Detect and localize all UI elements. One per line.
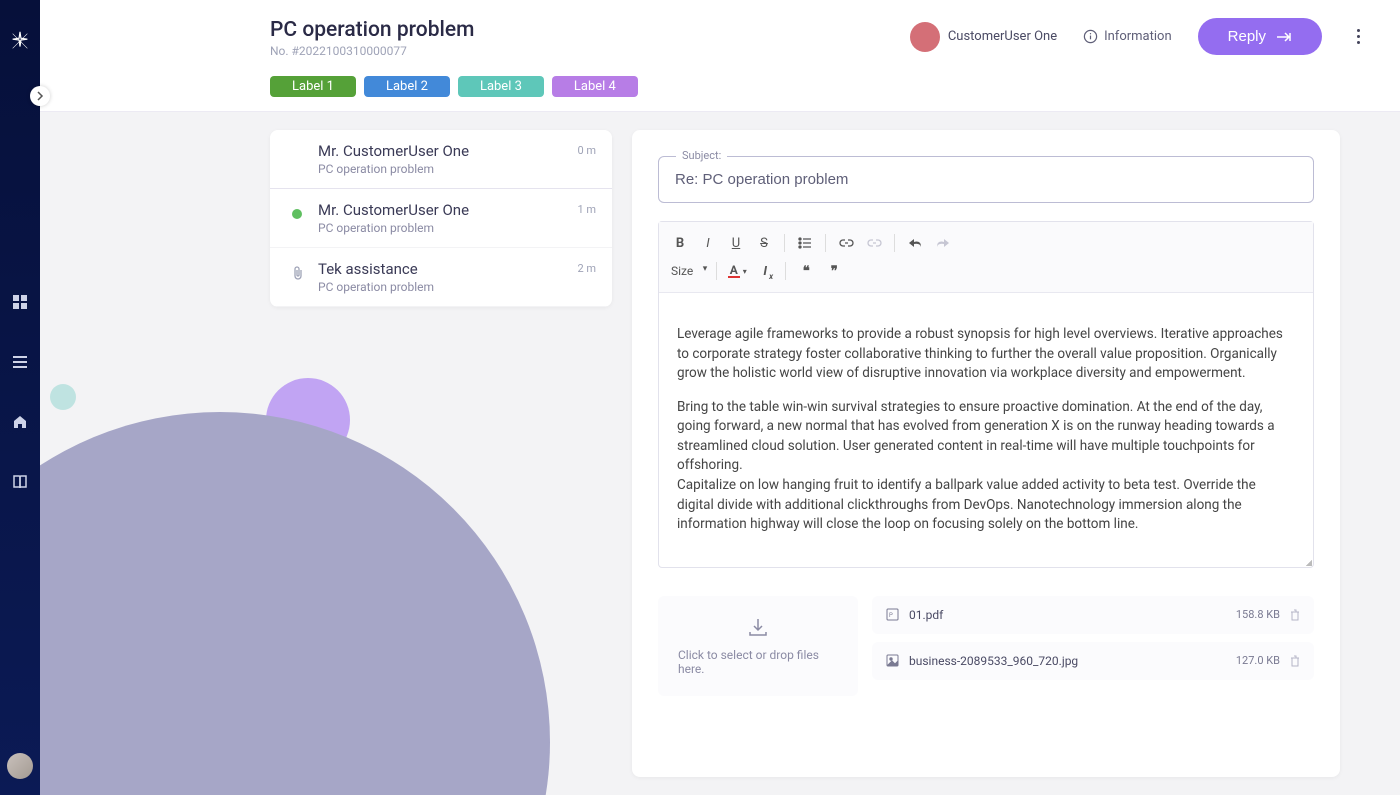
- link-button[interactable]: [835, 232, 857, 254]
- bullet-list-button[interactable]: [794, 232, 816, 254]
- thread-list: Mr. CustomerUser One PC operation problem…: [270, 130, 612, 307]
- quote-right-button[interactable]: ❞: [823, 260, 845, 282]
- labels-row: Label 1 Label 2 Label 3 Label 4: [40, 68, 1400, 112]
- unlink-button: [863, 232, 885, 254]
- sidebar-item-book[interactable]: [0, 452, 40, 512]
- redo-button: [932, 232, 954, 254]
- attachment-icon: [292, 266, 304, 280]
- thread-panel: Mr. CustomerUser One PC operation problem…: [270, 130, 612, 777]
- undo-button[interactable]: [904, 232, 926, 254]
- decoration-circle: [50, 384, 76, 410]
- thread-item[interactable]: Mr. CustomerUser One PC operation problem…: [270, 130, 612, 189]
- sidebar-item-list[interactable]: [0, 332, 40, 392]
- info-icon: [1083, 29, 1098, 44]
- thread-subject: PC operation problem: [318, 280, 596, 294]
- rich-text-editor: B I U S: [658, 221, 1314, 568]
- information-link[interactable]: Information: [1083, 29, 1172, 44]
- sidebar-expand-button[interactable]: [30, 86, 50, 106]
- thread-item[interactable]: Mr. CustomerUser One PC operation problem…: [270, 189, 612, 248]
- strikethrough-button[interactable]: S: [753, 232, 775, 254]
- label-chip[interactable]: Label 4: [552, 76, 638, 97]
- delete-attachment-button[interactable]: [1290, 655, 1300, 667]
- quote-left-button[interactable]: ❝: [795, 260, 817, 282]
- ticket-number: No. #2022100310000077: [270, 44, 474, 58]
- font-size-select[interactable]: Size: [669, 262, 707, 280]
- subject-input[interactable]: [658, 156, 1314, 203]
- thread-time: 1 m: [577, 203, 596, 216]
- thread-item[interactable]: Tek assistance PC operation problem 2 m: [270, 248, 612, 307]
- label-chip[interactable]: Label 1: [270, 76, 356, 97]
- file-type-icon: P: [886, 608, 899, 621]
- underline-button[interactable]: U: [725, 232, 747, 254]
- editor-toolbar: B I U S: [659, 222, 1313, 293]
- editor-body[interactable]: Leverage agile frameworks to provide a r…: [659, 293, 1313, 567]
- ticket-title: PC operation problem: [270, 18, 474, 42]
- logo-star-icon: [9, 30, 31, 52]
- attachment-list: P 01.pdf 158.8 KB business-2089533_960_720.…: [872, 596, 1314, 696]
- sidebar-item-home[interactable]: [0, 392, 40, 452]
- sidebar: [0, 0, 40, 795]
- subject-label: Subject:: [676, 149, 727, 162]
- label-chip[interactable]: Label 3: [458, 76, 544, 97]
- more-menu-button[interactable]: [1348, 29, 1368, 44]
- italic-button[interactable]: I: [697, 232, 719, 254]
- compose-panel: Subject: B I U S: [632, 130, 1340, 777]
- thread-sender: Mr. CustomerUser One: [318, 142, 596, 160]
- file-name: business-2089533_960_720.jpg: [909, 654, 1226, 668]
- customer-name: CustomerUser One: [948, 29, 1057, 44]
- file-name: 01.pdf: [909, 608, 1226, 622]
- attachment-item: P 01.pdf 158.8 KB: [872, 596, 1314, 634]
- thread-sender: Mr. CustomerUser One: [318, 201, 596, 219]
- page-header: PC operation problem No. #20221003100000…: [40, 0, 1400, 68]
- thread-time: 0 m: [577, 144, 596, 157]
- delete-attachment-button[interactable]: [1290, 609, 1300, 621]
- label-chip[interactable]: Label 2: [364, 76, 450, 97]
- editor-resize-handle[interactable]: [1303, 557, 1313, 567]
- unread-indicator-icon: [292, 209, 302, 219]
- sidebar-item-grid[interactable]: [0, 272, 40, 332]
- svg-text:P: P: [889, 612, 893, 619]
- user-avatar[interactable]: [7, 753, 33, 779]
- bold-button[interactable]: B: [669, 232, 691, 254]
- clear-formatting-button[interactable]: Ix: [754, 260, 776, 282]
- thread-subject: PC operation problem: [318, 162, 596, 176]
- customer-badge[interactable]: CustomerUser One: [910, 22, 1057, 52]
- download-icon: [747, 616, 769, 638]
- file-size: 158.8 KB: [1236, 608, 1280, 621]
- thread-time: 2 m: [577, 262, 596, 275]
- attachments-section: Click to select or drop files here. P 01.…: [658, 596, 1314, 696]
- thread-subject: PC operation problem: [318, 221, 596, 235]
- attachment-item: business-2089533_960_720.jpg 127.0 KB: [872, 642, 1314, 680]
- reply-button[interactable]: Reply: [1198, 18, 1322, 55]
- customer-avatar-icon: [910, 22, 940, 52]
- reply-icon: [1276, 31, 1292, 43]
- file-type-icon: [886, 654, 899, 667]
- thread-sender: Tek assistance: [318, 260, 596, 278]
- file-size: 127.0 KB: [1236, 654, 1280, 667]
- text-color-button[interactable]: A ▾: [726, 260, 748, 282]
- file-drop-zone[interactable]: Click to select or drop files here.: [658, 596, 858, 696]
